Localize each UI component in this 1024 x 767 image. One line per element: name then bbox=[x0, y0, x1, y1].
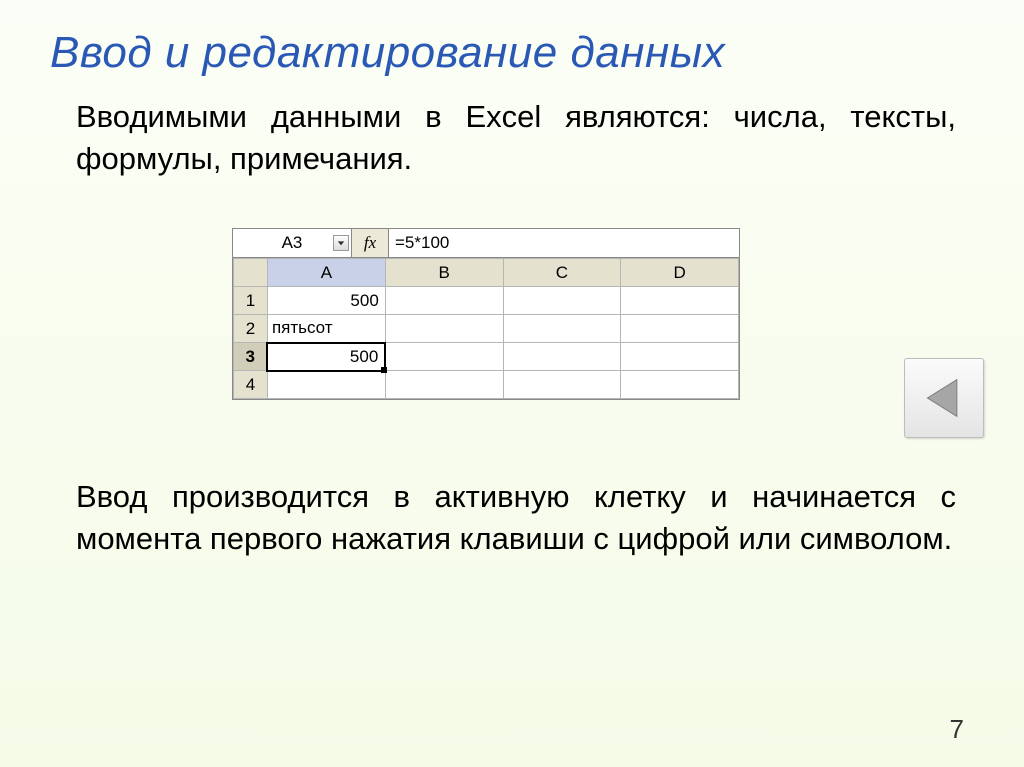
chevron-down-icon bbox=[337, 239, 345, 247]
cell-d1[interactable] bbox=[621, 287, 739, 315]
slide-title: Ввод и редактирование данных bbox=[50, 28, 725, 78]
back-button[interactable] bbox=[904, 358, 984, 438]
select-all-corner[interactable] bbox=[234, 259, 268, 287]
table-row: 2 пятьсот bbox=[234, 315, 739, 343]
cell-b3[interactable] bbox=[385, 343, 503, 371]
cell-a3-value: 500 bbox=[350, 347, 378, 366]
cell-b2[interactable] bbox=[385, 315, 503, 343]
cell-d3[interactable] bbox=[621, 343, 739, 371]
cell-b4[interactable] bbox=[385, 371, 503, 399]
cell-a1[interactable]: 500 bbox=[267, 287, 385, 315]
col-header-d[interactable]: D bbox=[621, 259, 739, 287]
col-header-c[interactable]: C bbox=[503, 259, 621, 287]
page-number: 7 bbox=[950, 714, 964, 745]
cell-d4[interactable] bbox=[621, 371, 739, 399]
name-box-dropdown[interactable] bbox=[333, 235, 349, 251]
cell-c1[interactable] bbox=[503, 287, 621, 315]
table-row: 3 500 bbox=[234, 343, 739, 371]
table-row: 1 500 bbox=[234, 287, 739, 315]
paragraph-2: Ввод производится в активную клетку и на… bbox=[76, 476, 956, 560]
cell-a2[interactable]: пятьсот bbox=[267, 315, 385, 343]
col-header-a[interactable]: A bbox=[267, 259, 385, 287]
fx-button[interactable]: fx bbox=[352, 229, 389, 257]
excel-screenshot: A3 fx =5*100 A B C D 1 500 bbox=[232, 228, 740, 400]
name-box-value: A3 bbox=[282, 233, 303, 253]
fx-icon: fx bbox=[364, 233, 376, 253]
row-header-1[interactable]: 1 bbox=[234, 287, 268, 315]
cell-c2[interactable] bbox=[503, 315, 621, 343]
triangle-left-icon bbox=[921, 375, 967, 421]
row-header-2[interactable]: 2 bbox=[234, 315, 268, 343]
cell-a4[interactable] bbox=[267, 371, 385, 399]
formula-text: =5*100 bbox=[395, 233, 449, 253]
spreadsheet-grid: A B C D 1 500 2 пятьсот 3 500 bbox=[233, 258, 739, 399]
cell-a3-active[interactable]: 500 bbox=[267, 343, 385, 371]
cell-c3[interactable] bbox=[503, 343, 621, 371]
fill-handle[interactable] bbox=[381, 367, 387, 373]
table-row: 4 bbox=[234, 371, 739, 399]
cell-b1[interactable] bbox=[385, 287, 503, 315]
name-box[interactable]: A3 bbox=[233, 229, 352, 257]
paragraph-1: Вводимыми данными в Excel являются: числ… bbox=[76, 96, 956, 180]
col-header-b[interactable]: B bbox=[385, 259, 503, 287]
cell-d2[interactable] bbox=[621, 315, 739, 343]
row-header-3[interactable]: 3 bbox=[234, 343, 268, 371]
row-header-4[interactable]: 4 bbox=[234, 371, 268, 399]
formula-bar: A3 fx =5*100 bbox=[233, 229, 739, 258]
header-row: A B C D bbox=[234, 259, 739, 287]
slide: Ввод и редактирование данных Вводимыми д… bbox=[0, 0, 1024, 767]
formula-input[interactable]: =5*100 bbox=[389, 229, 739, 257]
cell-c4[interactable] bbox=[503, 371, 621, 399]
